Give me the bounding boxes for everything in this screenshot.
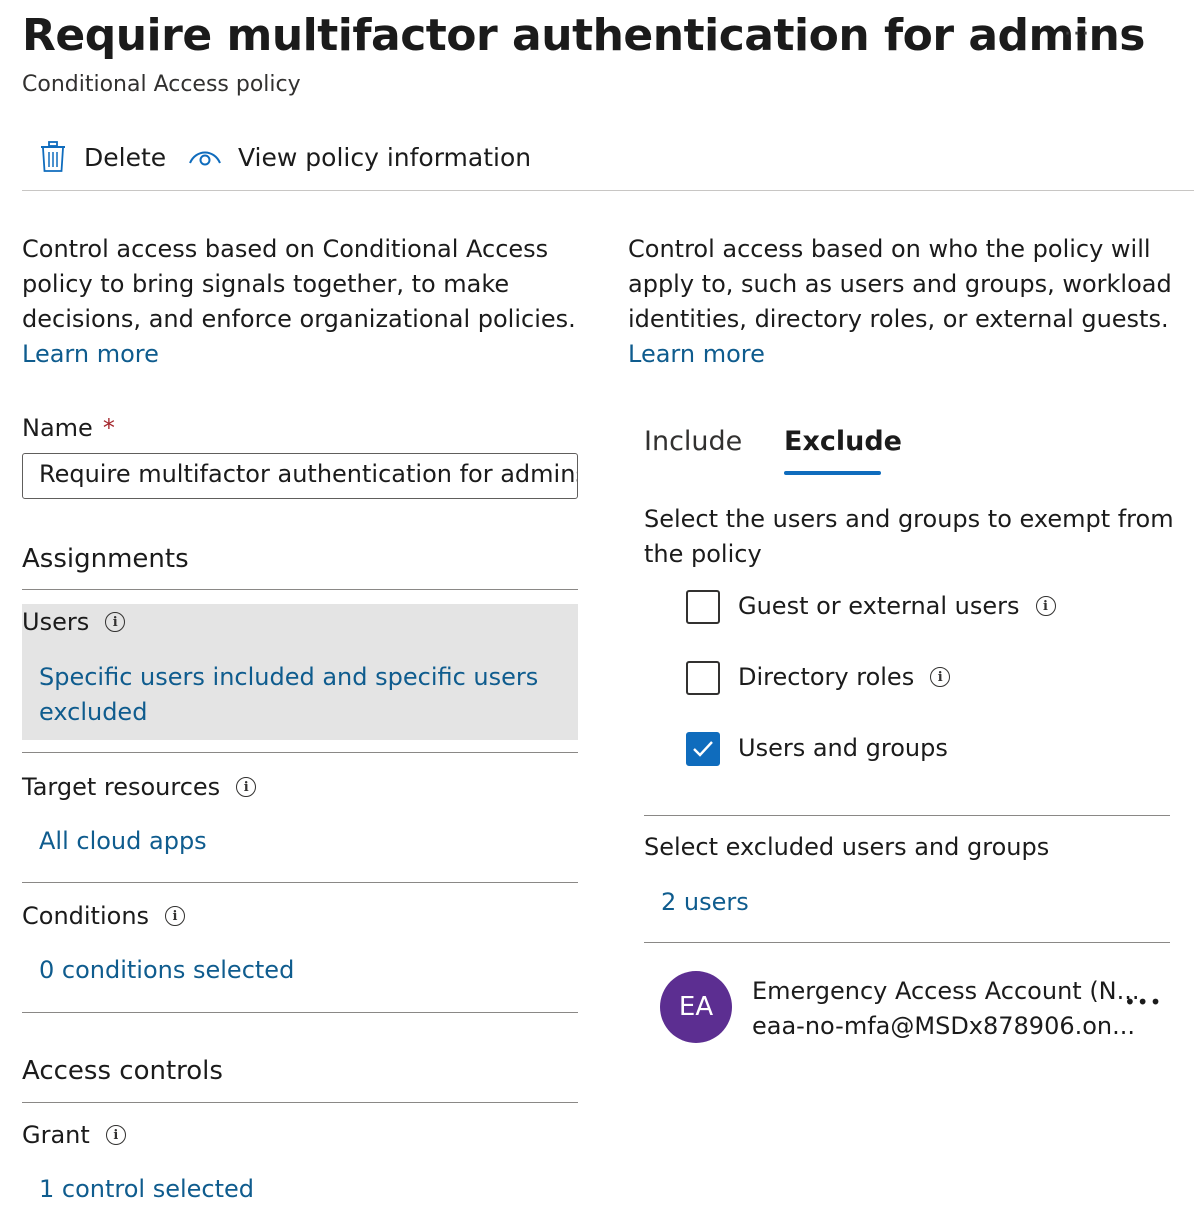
assignments-heading: Assignments <box>22 544 189 574</box>
delete-button[interactable]: Delete <box>38 138 166 176</box>
users-and-groups-option: Users and groups <box>738 734 948 762</box>
exclude-instruction-line: the policy <box>644 540 762 568</box>
trash-icon <box>41 141 65 172</box>
directory-roles-checkbox[interactable] <box>686 661 720 695</box>
info-icon[interactable]: i <box>1035 596 1056 616</box>
eye-icon <box>189 151 221 166</box>
user-more-options-button[interactable]: ••• <box>1124 990 1162 1014</box>
options-divider <box>644 815 1170 816</box>
target-resources-label: Target resources i <box>22 773 257 801</box>
users-label: Users i <box>22 608 126 636</box>
policy-name-input[interactable]: Require multifactor authentication for a… <box>22 453 578 499</box>
info-icon[interactable]: i <box>105 612 126 632</box>
selected-users-link[interactable]: 2 users <box>661 888 749 916</box>
checkmark-icon <box>693 741 713 757</box>
right-learn-more-link[interactable]: Learn more <box>628 337 1188 372</box>
right-description-line: apply to, such as users and groups, work… <box>628 270 1172 298</box>
left-description: Control access based on Conditional Acce… <box>22 232 582 372</box>
grant-label-text: Grant <box>22 1121 90 1149</box>
target-resources-divider <box>22 882 578 883</box>
users-value-line: Specific users included and specific use… <box>39 663 539 691</box>
required-asterisk: * <box>102 414 115 442</box>
tab-include[interactable]: Include <box>644 426 742 457</box>
grant-value-link[interactable]: 1 control selected <box>39 1175 254 1203</box>
conditions-divider <box>22 1012 578 1013</box>
target-resources-value-link[interactable]: All cloud apps <box>39 827 207 855</box>
left-description-line: policy to bring signals together, to mak… <box>22 270 510 298</box>
toolbar-divider <box>22 190 1194 191</box>
right-description: Control access based on who the policy w… <box>628 232 1188 372</box>
users-and-groups-checkbox[interactable] <box>686 732 720 766</box>
more-options-button[interactable]: ··· <box>1064 22 1091 47</box>
tab-exclude[interactable]: Exclude <box>784 426 902 457</box>
assignments-divider <box>22 589 578 590</box>
conditions-label: Conditions i <box>22 902 186 930</box>
conditions-label-text: Conditions <box>22 902 150 930</box>
grant-label: Grant i <box>22 1121 126 1149</box>
users-label-text: Users <box>22 608 90 636</box>
user-display-name: Emergency Access Account (N... <box>752 977 1140 1005</box>
active-tab-indicator <box>784 471 881 475</box>
delete-label: Delete <box>84 142 167 172</box>
right-description-line: Control access based on who the policy w… <box>628 235 1151 263</box>
view-policy-info-label: View policy information <box>238 142 532 172</box>
users-divider <box>22 752 578 753</box>
guest-external-users-label: Guest or external users <box>738 592 1020 620</box>
guest-external-users-checkbox[interactable] <box>686 590 720 624</box>
exclude-instruction: Select the users and groups to exempt fr… <box>644 502 1184 572</box>
target-resources-label-text: Target resources <box>22 773 221 801</box>
view-policy-info-button[interactable]: View policy information <box>188 138 531 176</box>
user-email: eaa-no-mfa@MSDx878906.on... <box>752 1012 1136 1040</box>
name-label: Name * <box>22 414 115 442</box>
users-and-groups-label: Users and groups <box>738 734 948 762</box>
users-value-link[interactable]: Specific users included and specific use… <box>39 660 538 730</box>
access-controls-heading: Access controls <box>22 1056 223 1086</box>
name-label-text: Name <box>22 414 93 442</box>
left-description-line: decisions, and enforce organizational po… <box>22 305 576 333</box>
page-subtitle: Conditional Access policy <box>22 72 301 97</box>
page-title: Require multifactor authentication for a… <box>22 10 1145 61</box>
info-icon[interactable]: i <box>165 906 186 926</box>
avatar: EA <box>660 971 732 1043</box>
left-description-line: Control access based on Conditional Acce… <box>22 235 549 263</box>
conditions-value-link[interactable]: 0 conditions selected <box>39 956 294 984</box>
info-icon[interactable]: i <box>105 1125 126 1145</box>
selected-users-divider <box>644 942 1170 943</box>
left-learn-more-link[interactable]: Learn more <box>22 337 582 372</box>
guest-external-users-option: Guest or external users i <box>738 592 1056 620</box>
users-value-line: excluded <box>39 698 148 726</box>
directory-roles-label: Directory roles <box>738 663 915 691</box>
right-description-line: identities, directory roles, or external… <box>628 305 1169 333</box>
select-excluded-label: Select excluded users and groups <box>644 833 1050 861</box>
exclude-instruction-line: Select the users and groups to exempt fr… <box>644 505 1174 533</box>
access-controls-divider <box>22 1102 578 1103</box>
directory-roles-option: Directory roles i <box>738 663 951 691</box>
info-icon[interactable]: i <box>236 777 257 797</box>
info-icon[interactable]: i <box>930 667 951 687</box>
